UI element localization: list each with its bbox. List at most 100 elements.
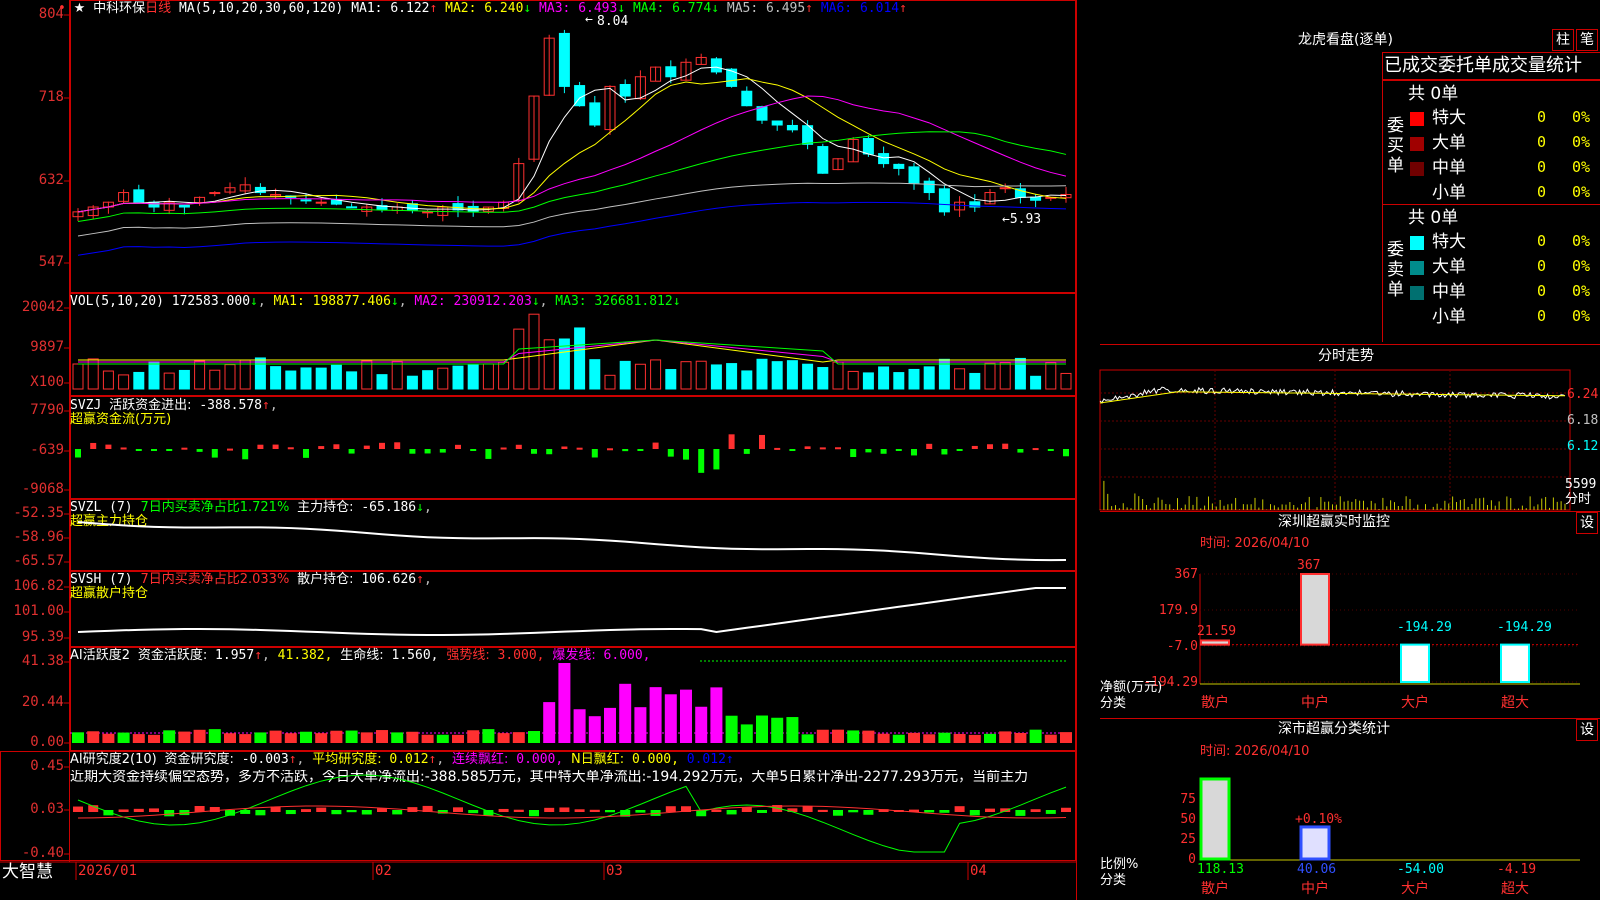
research-bar (954, 806, 965, 812)
cls-bar-note: +0.10% (1295, 812, 1342, 827)
candle-body (893, 163, 905, 169)
activity-bar (300, 731, 312, 743)
activity-bar (558, 663, 571, 743)
activity-bar (497, 733, 510, 743)
order-pct: 0% (1572, 282, 1591, 300)
timeshare-y-tick: 6.18 (1567, 413, 1599, 428)
cls-y-tick: 75 (1180, 792, 1196, 807)
flow-bar (287, 447, 294, 450)
candle-body (999, 187, 1011, 190)
activity-bar (345, 730, 358, 743)
flow-bar (211, 449, 218, 458)
volume-bar (589, 359, 601, 390)
candle-body (346, 206, 358, 209)
flow-bar (622, 449, 629, 452)
tick-mode-button[interactable]: 笔 (1576, 29, 1598, 51)
research-bar (924, 810, 935, 813)
flow-bar (409, 449, 416, 454)
candle-body (726, 68, 738, 87)
legend-swatch (1410, 137, 1424, 151)
volume-bar (984, 362, 996, 390)
volume-bar (361, 360, 373, 390)
activity-bar (999, 731, 1012, 743)
volume-bar (163, 372, 175, 390)
cls-category: 中户 (1301, 881, 1329, 897)
order-type: 中单 (1432, 158, 1466, 178)
volume-bar (300, 367, 312, 390)
flow-bar (348, 449, 355, 454)
flow-bar (1063, 449, 1069, 457)
candle-body (422, 211, 434, 214)
flow-bar (667, 449, 674, 457)
volume-bar (178, 369, 190, 390)
flow-bar (90, 442, 97, 449)
research-bar (833, 810, 843, 816)
order-pct: 0% (1572, 257, 1591, 275)
research-bar (726, 810, 737, 815)
sz-bar-label: 21.59 (1197, 624, 1237, 640)
research-bar (453, 807, 463, 812)
sz-time-label: 时间: 2026/04/10 (1200, 536, 1310, 551)
candle-body (771, 120, 783, 126)
order-pct: 0% (1572, 183, 1591, 201)
activity-bar (376, 730, 388, 743)
sz-y-tick: -7.0 (1166, 638, 1198, 654)
activity-bar (269, 730, 282, 743)
research-bar (498, 808, 509, 812)
research-bar (513, 809, 524, 812)
order-count: 0 (1537, 257, 1547, 275)
flow-bar (987, 444, 993, 449)
volume-bar (604, 374, 616, 390)
order-total: 共 0单 (1408, 208, 1459, 228)
flow-bar (576, 447, 583, 450)
activity-bar (512, 732, 525, 743)
activity-bar (968, 734, 981, 743)
cls-settings-button[interactable]: 设 (1576, 719, 1598, 741)
activity-bar (72, 732, 84, 743)
flow-bar (105, 444, 112, 449)
research-bar (468, 810, 479, 814)
legend-swatch (1410, 286, 1424, 300)
sz-category: 大户 (1401, 695, 1429, 711)
bar-mode-button[interactable]: 柱 (1552, 29, 1574, 51)
volume-ma-line (78, 339, 1066, 363)
cls-box-top (1100, 718, 1600, 719)
order-type: 小单 (1432, 307, 1466, 327)
flow-bar (485, 449, 492, 459)
cls-bar-label: -4.19 (1497, 862, 1537, 877)
cls-category: 大户 (1401, 881, 1429, 897)
flow-bar (455, 444, 461, 449)
activity-bar (452, 734, 464, 743)
activity-bar (102, 733, 115, 743)
cls-y-tick: 0 (1188, 852, 1196, 867)
volume-bar (285, 370, 297, 390)
volume-bar (954, 368, 966, 390)
cls-ylabel: 比例% (1100, 857, 1139, 872)
volume-bar (437, 367, 449, 390)
order-pct: 0% (1572, 232, 1591, 250)
candle-body (133, 189, 145, 203)
volume-bar (330, 364, 342, 390)
research-bar (574, 809, 585, 812)
order-count: 0 (1537, 307, 1547, 325)
research-bar (361, 810, 372, 815)
research-bar (529, 810, 539, 817)
research-bar (939, 810, 950, 813)
sz-settings-button[interactable]: 设 (1576, 512, 1598, 534)
flow-bar (272, 444, 279, 449)
cls-title: 深市超赢分类统计 (1278, 721, 1390, 737)
flow-bar (181, 447, 188, 450)
activity-bar (649, 687, 662, 743)
ma-line (77, 95, 1067, 213)
volume-bar (680, 361, 692, 390)
flow-bar (363, 445, 370, 449)
activity-bar (923, 734, 936, 743)
order-type: 大单 (1432, 257, 1466, 277)
volume-bar (72, 363, 84, 390)
timeshare-y-tick: 6.12 (1567, 439, 1599, 454)
volume-bar (467, 364, 479, 390)
candle-body (786, 124, 798, 131)
activity-bar (634, 707, 647, 743)
activity-bar (360, 732, 373, 743)
candle-body (589, 102, 601, 126)
